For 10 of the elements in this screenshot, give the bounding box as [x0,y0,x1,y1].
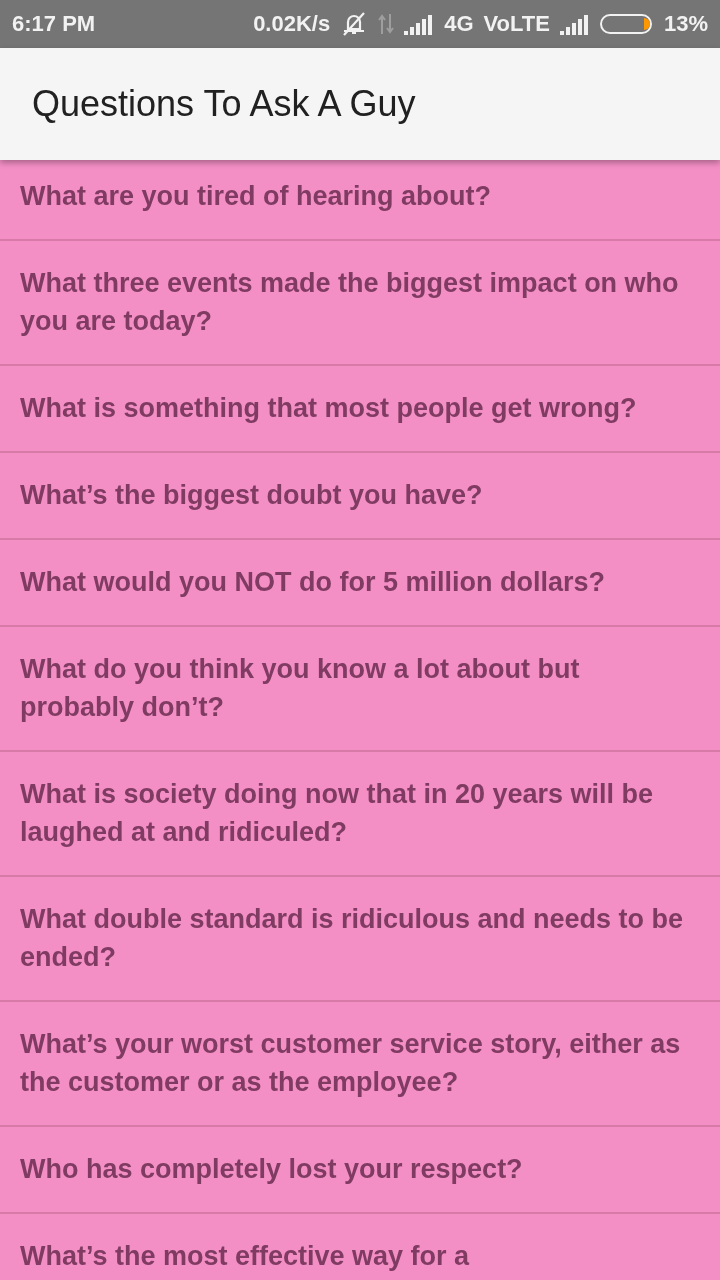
app-title: Questions To Ask A Guy [32,83,416,125]
battery-icon [599,13,654,35]
volte-label: VoLTE [483,11,550,37]
signal-icon [404,13,435,35]
battery-percent: 13% [663,11,708,37]
network-type: 4G [444,11,474,37]
data-arrows-icon [378,12,395,36]
network-speed: 0.02K/s [253,11,331,37]
signal-icon [559,13,590,35]
status-time: 6:17 PM [12,11,96,37]
